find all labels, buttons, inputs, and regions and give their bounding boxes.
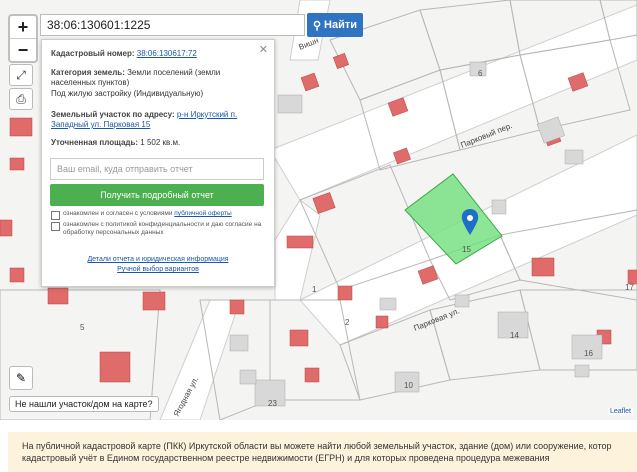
land-category-label: Категория земель: [51, 68, 125, 77]
cadastral-number-row: Кадастровый номер: 38:06:130617:72 [51, 49, 266, 59]
offer-consent: ознакомлен и согласен с условиями публич… [51, 210, 265, 220]
ruler-icon[interactable]: ✎ [9, 366, 33, 390]
address-row: Земельный участок по адресу: р-н Иркутск… [51, 110, 266, 130]
zoom-out-button[interactable]: − [10, 38, 36, 61]
manual-select-link[interactable]: Ручной выбор вариантов [42, 266, 274, 273]
notice-line-1: На публичной кадастровой карте (ПКК) Ирк… [22, 441, 612, 451]
info-notice: На публичной кадастровой карте (ПКК) Ирк… [8, 432, 637, 472]
parcel-number-15: 15 [462, 245, 471, 254]
parcel-number-5: 5 [80, 323, 85, 332]
offer-link[interactable]: публичной оферты [174, 210, 231, 217]
fullscreen-icon[interactable]: ⤢ [9, 64, 33, 86]
search-button[interactable]: ⚲ Найти [307, 13, 363, 37]
zoom-in-button[interactable]: + [10, 16, 36, 38]
address-label: Земельный участок по адресу: [51, 110, 175, 119]
not-found-button[interactable]: Не нашли участок/дом на карте? [9, 396, 159, 412]
parcel-number-14: 14 [510, 331, 519, 340]
land-category-row: Категория земель: Земли поселений (земли… [51, 68, 266, 88]
parcel-number-10: 10 [404, 381, 413, 390]
attribution-link[interactable]: Leaflet [607, 408, 633, 415]
parcel-number-2: 2 [345, 318, 350, 327]
parcel-number-16: 16 [584, 349, 593, 358]
privacy-checkbox[interactable] [51, 222, 60, 231]
details-link[interactable]: Детали отчета и юридическая информация [42, 256, 274, 263]
parcel-number-1: 1 [312, 285, 317, 294]
area-value: 1 502 кв.м. [140, 138, 181, 147]
parcel-number-6: 6 [478, 69, 483, 78]
notice-line-2: кадастровый учёт в Едином государственно… [22, 453, 550, 463]
search-input[interactable] [40, 14, 305, 36]
print-icon[interactable]: ⎙ [9, 88, 33, 110]
email-field[interactable]: Ваш email, куда отправить отчет [50, 158, 264, 180]
search-button-label: Найти [324, 19, 358, 31]
zoom-control: + − [8, 14, 38, 63]
area-label: Уточненная площадь: [51, 138, 139, 147]
search-icon: ⚲ [312, 19, 322, 32]
cadastral-map[interactable]: Парковый пер. Парковая ул. Ягодная ул. В… [0, 0, 637, 420]
permitted-use: Под жилую застройку (Индивидуальную) [51, 89, 204, 98]
parcel-number-23: 23 [268, 399, 277, 408]
cadastral-number-label: Кадастровый номер: [51, 49, 135, 58]
parcel-info-panel: ✕ Кадастровый номер: 38:06:130617:72 Кат… [41, 39, 275, 287]
cadastral-number-link[interactable]: 38:06:130617:72 [137, 49, 197, 58]
info-section: На публичной кадастровой карте (ПКК) Ирк… [0, 420, 637, 472]
privacy-consent-text: ознакомлен с политикой конфиденциальност… [63, 221, 262, 236]
offer-checkbox[interactable] [51, 211, 60, 220]
parcel-number-17: 17 [625, 283, 634, 292]
area-row: Уточненная площадь: 1 502 кв.м. [51, 138, 266, 148]
offer-consent-text: ознакомлен и согласен с условиями [63, 210, 173, 217]
privacy-consent: ознакомлен с политикой конфиденциальност… [51, 221, 265, 237]
get-report-button[interactable]: Получить подробный отчет [50, 184, 264, 206]
